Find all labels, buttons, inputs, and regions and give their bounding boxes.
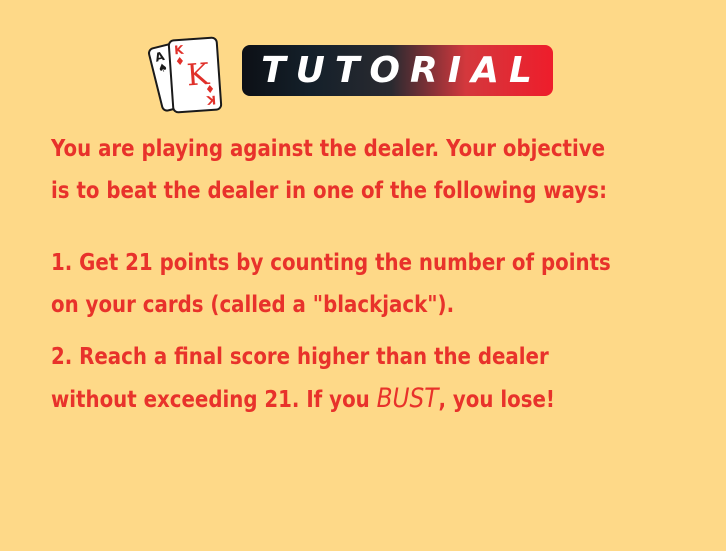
rule-2-line-2: without exceeding 21. If you BUST, you l… [51, 378, 619, 421]
rule-1-line-1: 1. Get 21 points by counting the number … [51, 250, 611, 276]
rule-2-line-1: 2. Reach a final score higher than the d… [51, 344, 549, 370]
spade-icon: ♠ [156, 60, 170, 76]
tutorial-body: You are playing against the dealer. Your… [51, 128, 619, 421]
intro-line-2: is to beat the dealer in one of the foll… [51, 178, 607, 204]
bust-keyword: BUST [376, 383, 439, 414]
rule-2-text-after: , you lose! [438, 387, 555, 413]
playing-cards-icon: A ♠ K ♦ K ♦ K [146, 34, 230, 118]
rule-1-line-2: on your cards (called a "blackjack"). [51, 292, 455, 318]
intro-line-1: You are playing against the dealer. Your… [51, 136, 606, 162]
card-rank-label: K [205, 92, 217, 108]
tutorial-title: TUTORIAL [261, 50, 542, 91]
tutorial-title-banner: TUTORIAL [242, 45, 553, 96]
rule-2-text-before: without exceeding 21. If you [51, 387, 377, 413]
tutorial-header: A ♠ K ♦ K ♦ K TUTORIAL [0, 0, 726, 120]
king-of-diamonds-card: K ♦ K ♦ K [167, 36, 223, 114]
